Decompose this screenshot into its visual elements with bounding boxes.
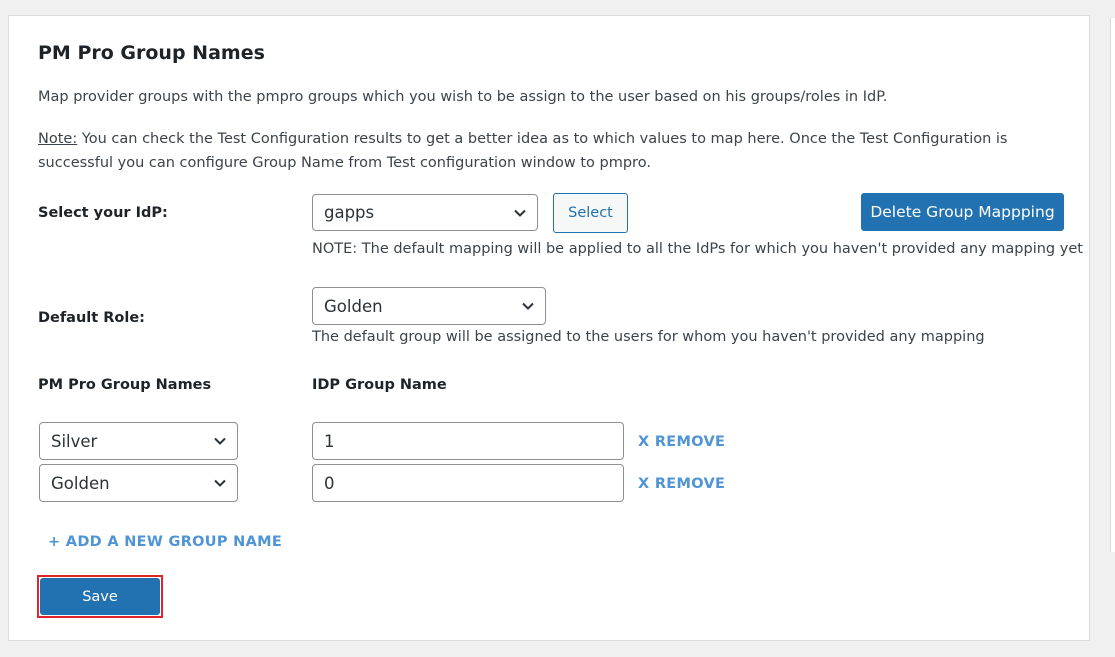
idp-label: Select your IdP: [38, 205, 168, 221]
remove-row-2-link[interactable]: X REMOVE [638, 476, 725, 492]
group-select-value: Golden [51, 473, 110, 493]
save-button[interactable]: Save [40, 578, 160, 615]
group-mapping-panel: PM Pro Group Names Map provider groups w… [8, 15, 1090, 641]
default-role-select[interactable]: Golden [312, 287, 546, 325]
idp-group-input-row-2[interactable]: 0 [312, 464, 624, 502]
description-text: Map provider groups with the pmpro group… [38, 89, 888, 105]
chevron-down-icon [514, 209, 526, 217]
delete-group-mapping-button[interactable]: Delete Group Mappping [861, 193, 1064, 231]
note-label: Note: [38, 131, 78, 147]
add-group-name-link[interactable]: + ADD A NEW GROUP NAME [48, 534, 282, 550]
default-role-help: The default group will be assigned to th… [312, 329, 985, 345]
note-text: Note: You can check the Test Configurati… [38, 127, 1083, 175]
page-title: PM Pro Group Names [38, 42, 265, 64]
remove-row-1-link[interactable]: X REMOVE [638, 434, 725, 450]
group-select-value: Silver [51, 431, 98, 451]
note-body: You can check the Test Configuration res… [38, 131, 1008, 171]
chevron-down-icon [214, 479, 226, 487]
default-role-label: Default Role: [38, 310, 145, 326]
default-role-value: Golden [324, 296, 383, 316]
column-header-idp: IDP Group Name [312, 377, 447, 393]
select-idp-button[interactable]: Select [553, 193, 628, 233]
idp-select[interactable]: gapps [312, 194, 538, 231]
idp-group-input-row-1[interactable]: 1 [312, 422, 624, 460]
group-select-row-2[interactable]: Golden [39, 464, 238, 502]
save-button-highlight: Save [37, 575, 163, 618]
chevron-down-icon [522, 302, 534, 310]
adjacent-panel-edge [1110, 18, 1115, 552]
idp-group-input-value: 0 [324, 473, 335, 493]
chevron-down-icon [214, 437, 226, 445]
column-header-group: PM Pro Group Names [38, 377, 212, 393]
idp-select-value: gapps [324, 203, 375, 222]
idp-group-input-value: 1 [324, 431, 335, 451]
idp-note: NOTE: The default mapping will be applie… [312, 241, 1083, 257]
group-select-row-1[interactable]: Silver [39, 422, 238, 460]
